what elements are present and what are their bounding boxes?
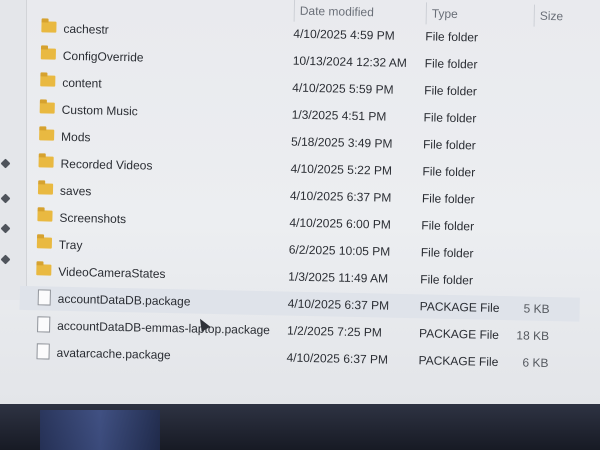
file-type: File folder <box>422 164 476 180</box>
file-date-modified: 4/10/2025 5:59 PM <box>292 80 394 97</box>
file-name: Recorded Videos <box>60 156 153 173</box>
folder-icon <box>37 210 53 222</box>
folder-icon <box>41 21 57 33</box>
file-size: 5 KB <box>523 301 550 317</box>
pin-icon <box>0 223 11 234</box>
file-name: cachestr <box>63 21 109 37</box>
file-name: accountDataDB-emmas-laptop.package <box>57 318 271 338</box>
file-type: File folder <box>422 137 476 153</box>
pin-icon <box>0 193 11 204</box>
file-size: 6 KB <box>522 355 549 371</box>
pin-icon <box>0 158 11 169</box>
file-list: Date modified Type Size cachestr 4/10/202… <box>18 0 600 404</box>
file-name: Tray <box>58 237 83 253</box>
file-date-modified: 4/10/2025 4:59 PM <box>293 26 395 43</box>
folder-icon <box>36 264 52 276</box>
file-type: File folder <box>420 272 474 288</box>
folder-icon <box>38 156 54 168</box>
file-size: 18 KB <box>516 328 550 344</box>
file-date-modified: 1/2/2025 7:25 PM <box>286 323 382 340</box>
file-type: File folder <box>425 29 479 45</box>
file-date-modified: 6/2/2025 10:05 PM <box>288 242 391 259</box>
pin-icon <box>0 254 11 265</box>
folder-icon <box>39 102 55 114</box>
file-date-modified: 1/3/2025 4:51 PM <box>291 107 387 124</box>
desktop-background-peek <box>40 410 160 450</box>
file-type: File folder <box>420 245 474 261</box>
folder-icon <box>40 48 56 60</box>
column-header-date[interactable]: Date modified <box>293 0 375 24</box>
file-icon <box>37 316 51 333</box>
file-date-modified: 1/3/2025 11:49 AM <box>288 269 389 286</box>
file-type: File folder <box>421 218 475 234</box>
file-name: Custom Music <box>61 102 138 119</box>
file-type: File folder <box>423 110 477 126</box>
file-type: File folder <box>421 191 475 207</box>
folder-icon <box>36 237 53 249</box>
file-name: content <box>62 75 102 91</box>
file-name: ConfigOverride <box>62 48 144 65</box>
file-name: VideoCameraStates <box>58 264 166 281</box>
column-header-size[interactable]: Size <box>533 4 564 28</box>
folder-icon <box>39 129 55 141</box>
file-type: PACKAGE File <box>419 299 500 315</box>
file-explorer-window: Date modified Type Size cachestr 4/10/202… <box>0 0 600 404</box>
file-type: File folder <box>424 83 478 99</box>
file-name: Screenshots <box>59 210 127 227</box>
file-date-modified: 10/13/2024 12:32 AM <box>292 53 408 70</box>
folder-icon <box>37 183 54 195</box>
file-date-modified: 4/10/2025 6:37 PM <box>286 350 389 367</box>
file-name: Mods <box>60 129 91 145</box>
file-type: PACKAGE File <box>418 353 499 369</box>
file-date-modified: 5/18/2025 3:49 PM <box>290 134 393 151</box>
file-date-modified: 4/10/2025 6:00 PM <box>289 215 391 232</box>
folder-icon <box>40 75 56 87</box>
file-name: saves <box>59 183 92 199</box>
file-icon <box>37 289 51 306</box>
file-date-modified: 4/10/2025 6:37 PM <box>289 188 392 205</box>
file-name: accountDataDB.package <box>57 291 191 309</box>
file-name: avatarcache.package <box>56 345 171 363</box>
file-date-modified: 4/10/2025 6:37 PM <box>287 296 390 313</box>
file-type: PACKAGE File <box>418 326 500 342</box>
file-date-modified: 4/10/2025 5:22 PM <box>290 161 393 178</box>
column-header-type[interactable]: Type <box>425 2 459 26</box>
file-type: File folder <box>424 56 478 72</box>
file-icon <box>36 343 50 360</box>
